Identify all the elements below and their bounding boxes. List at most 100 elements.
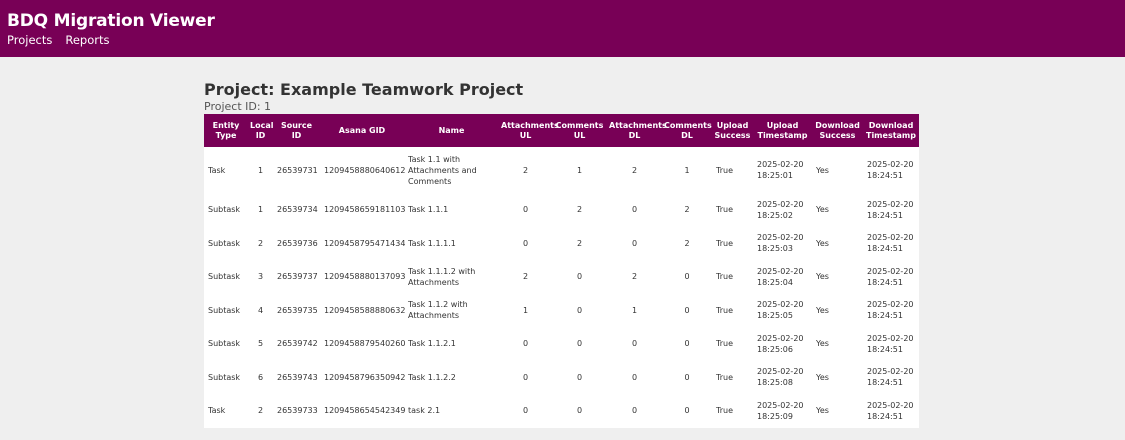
page-title: Project: Example Teamwork Project	[204, 80, 524, 99]
table-cell: 2	[576, 205, 583, 215]
table-cell: 2025-02-20 18:25:03	[757, 233, 804, 254]
top-bar: BDQ Migration Viewer Projects Reports	[0, 0, 1125, 57]
table-cell: Subtask	[208, 272, 241, 282]
column-header: Comments UL	[552, 114, 607, 147]
table-cell: Yes	[816, 238, 829, 248]
table-cell: 2025-02-20 18:25:08	[757, 367, 804, 388]
table-cell: 1209458796350942	[324, 372, 406, 382]
table-cell: 2	[522, 272, 529, 282]
table-cell: Task	[208, 165, 226, 175]
table-cell: Task 1.1.2.1	[408, 339, 456, 349]
column-header: Local ID	[248, 114, 273, 147]
table-cell: 1209458795471434	[324, 238, 406, 248]
table-cell: 0	[522, 205, 529, 215]
table-cell: 6	[257, 372, 264, 382]
table-cell: Task 1.1.2 with Attachments	[408, 300, 468, 321]
table-cell: 2025-02-20 18:24:51	[867, 333, 914, 354]
table-cell: 0	[631, 238, 638, 248]
column-header: Entity Type	[204, 114, 248, 147]
table-cell: Subtask	[208, 205, 241, 215]
table-cell: 2	[631, 272, 638, 282]
table-cell: 2025-02-20 18:25:06	[757, 333, 804, 354]
table-cell: 0	[631, 339, 638, 349]
table-cell: Task 1.1 with Attachments and Comments	[408, 154, 477, 186]
table-cell: 0	[576, 272, 583, 282]
table-cell: 1209458880640612	[324, 165, 406, 175]
table-cell: 0	[684, 305, 690, 315]
table-cell: 1209458588880632	[324, 305, 406, 315]
table-cell: 0	[631, 406, 638, 416]
table-cell: 1	[522, 305, 529, 315]
table-cell: Subtask	[208, 305, 241, 315]
table-cell: 26539737	[277, 272, 318, 282]
table-cell: 0	[576, 372, 583, 382]
table-cell: True	[716, 406, 733, 416]
table-cell: 2	[522, 165, 529, 175]
table-cell: 1	[257, 205, 264, 215]
table-cell: 2025-02-20 18:24:51	[867, 160, 914, 180]
table-cell: 26539743	[277, 372, 318, 382]
table-cell: Subtask	[208, 372, 241, 382]
column-header: Upload Success	[712, 114, 753, 147]
table-cell: 1209458879540260	[324, 339, 406, 349]
column-header: Download Timestamp	[863, 114, 919, 147]
table-cell: 1209458659181103	[324, 205, 406, 215]
table-cell: Yes	[816, 339, 829, 349]
table-cell: 0	[684, 406, 690, 416]
table-cell: 0	[631, 205, 638, 215]
table-cell: 0	[576, 406, 583, 416]
table-body: Task 1 26539731 1209458880640612 Task 1.1 wi…	[204, 147, 919, 428]
table-cell: 2025-02-20 18:25:09	[757, 400, 804, 421]
table-cell: 0	[522, 406, 529, 416]
column-header: Download Success	[812, 114, 863, 147]
table-cell: 2	[684, 205, 690, 215]
table-cell: True	[716, 372, 733, 382]
table-cell: task 2.1	[408, 406, 441, 416]
table-cell: 2025-02-20 18:24:51	[867, 367, 914, 388]
table-row: Subtask 6 26539743 1209458796350942 Task 1.1…	[204, 361, 919, 395]
table-cell: 0	[684, 272, 690, 282]
table-cell: Task 1.1.2.2	[408, 372, 456, 382]
table-cell: 2025-02-20 18:25:05	[757, 300, 804, 321]
main-content: Project: Example Teamwork Project Projec…	[204, 80, 919, 428]
table-row: Subtask 3 26539737 1209458880137093 Task 1.1…	[204, 260, 919, 294]
migration-table: Entity Type Local ID Source ID Asana GID…	[204, 114, 919, 428]
table-cell: Task 1.1.1.2 with Attachments	[408, 266, 476, 287]
table-cell: 26539735	[277, 305, 318, 315]
table-cell: 2025-02-20 18:25:02	[757, 199, 804, 220]
table-header-row: Entity Type Local ID Source ID Asana GID…	[204, 114, 919, 147]
table-cell: Yes	[816, 165, 829, 175]
table-cell: Subtask	[208, 238, 241, 248]
app-title: BDQ Migration Viewer	[7, 11, 215, 31]
nav-projects[interactable]: Projects	[7, 33, 52, 48]
table-cell: 26539736	[277, 238, 318, 248]
column-header: Attachments DL	[607, 114, 667, 147]
table-cell: 26539731	[277, 165, 318, 175]
table-cell: 0	[522, 339, 529, 349]
table-cell: 0	[684, 372, 690, 382]
table-cell: Subtask	[208, 339, 241, 349]
main-nav: Projects Reports	[7, 33, 1125, 48]
table-cell: 0	[684, 339, 690, 349]
table-row: Subtask 2 26539736 1209458795471434 Task 1.1…	[204, 227, 919, 261]
table-row: Subtask 4 26539735 1209458588880632 Task 1.1…	[204, 294, 919, 328]
table-cell: 0	[576, 339, 583, 349]
table-cell: 2	[257, 238, 264, 248]
table-cell: 26539734	[277, 205, 318, 215]
table-cell: Yes	[816, 272, 829, 282]
column-header: Attachments UL	[499, 114, 559, 147]
table-cell: 26539742	[277, 339, 318, 349]
table-cell: 2025-02-20 18:25:01	[757, 160, 804, 180]
column-header: Upload Timestamp	[753, 114, 812, 147]
table-cell: 1	[576, 165, 583, 175]
table-cell: 1	[631, 305, 638, 315]
table-cell: Task	[208, 406, 226, 416]
table-row: Subtask 1 26539734 1209458659181103 Task 1.1…	[204, 193, 919, 227]
table-cell: 2025-02-20 18:24:51	[867, 300, 914, 321]
table-cell: 1	[684, 165, 690, 175]
table-cell: 1209458654542349	[324, 406, 406, 416]
table-cell: 3	[257, 272, 264, 282]
table-cell: True	[716, 305, 733, 315]
nav-reports[interactable]: Reports	[65, 33, 109, 48]
table-cell: Yes	[816, 205, 829, 215]
